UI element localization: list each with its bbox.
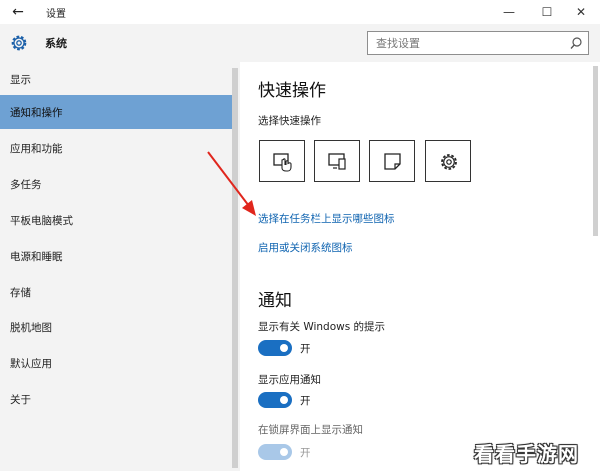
sidebar-item-tablet-mode[interactable]: 平板电脑模式 (0, 203, 232, 237)
sidebar-item-label: 平板电脑模式 (10, 215, 73, 227)
sidebar-item-label: 显示 (10, 74, 31, 86)
sidebar-item-apps[interactable]: 应用和功能 (0, 131, 232, 165)
main-scrollbar[interactable] (593, 66, 598, 236)
sidebar-item-label: 关于 (10, 394, 31, 406)
quick-action-note[interactable] (369, 140, 415, 182)
sidebar-item-multitasking[interactable]: 多任务 (0, 167, 232, 201)
project-icon (328, 153, 346, 170)
sidebar-item-display[interactable]: 显示 (0, 62, 232, 96)
toggle-state: 开 (300, 343, 311, 355)
sidebar-item-label: 默认应用 (10, 358, 52, 370)
tablet-mode-icon (273, 153, 292, 172)
toggle-label-app-notifications: 显示应用通知 (258, 374, 321, 386)
settings-gear-icon (441, 154, 457, 170)
quick-action-tablet-mode[interactable] (259, 140, 305, 182)
close-icon[interactable]: ✕ (566, 2, 596, 22)
page-title: 系统 (45, 37, 67, 50)
sidebar-item-about[interactable]: 关于 (0, 382, 232, 416)
notifications-heading: 通知 (258, 291, 292, 311)
app-notifications-toggle[interactable] (258, 392, 292, 408)
toggle-knob (280, 396, 288, 404)
sidebar-item-default-apps[interactable]: 默认应用 (0, 346, 232, 380)
maximize-icon[interactable]: ☐ (532, 2, 562, 22)
system-icons-link[interactable]: 启用或关闭系统图标 (258, 240, 353, 255)
windows-tips-toggle[interactable] (258, 340, 292, 356)
sidebar-item-storage[interactable]: 存储 (0, 275, 232, 309)
toggle-state: 开 (300, 447, 311, 459)
sidebar-item-notifications[interactable]: 通知和操作 (0, 95, 232, 129)
back-arrow-icon[interactable]: ← (8, 3, 28, 21)
quick-action-settings[interactable] (425, 140, 471, 182)
toggle-label-lock-screen: 在锁屏界面上显示通知 (258, 424, 363, 436)
window-title: 设置 (46, 9, 66, 20)
quick-action-project[interactable] (314, 140, 360, 182)
search-input[interactable] (376, 35, 566, 51)
sidebar-item-power-sleep[interactable]: 电源和睡眠 (0, 239, 232, 273)
taskbar-icons-link[interactable]: 选择在任务栏上显示哪些图标 (258, 211, 395, 226)
note-icon (384, 153, 401, 170)
toggle-label-windows-tips: 显示有关 Windows 的提示 (258, 321, 386, 333)
toggle-knob (280, 344, 288, 352)
page-header: 系统 (0, 24, 600, 62)
sidebar-item-label: 存储 (10, 287, 31, 299)
quick-actions-subtitle: 选择快速操作 (258, 115, 321, 127)
watermark: 看看手游网 (474, 442, 579, 466)
sidebar-item-label: 电源和睡眠 (10, 251, 63, 263)
title-bar: ← 设置 — ☐ ✕ (0, 0, 600, 24)
minimize-icon[interactable]: — (494, 2, 524, 22)
toggle-knob (280, 448, 288, 456)
sidebar-scrollbar[interactable] (232, 68, 238, 468)
sidebar-item-label: 应用和功能 (10, 143, 63, 155)
quick-actions-heading: 快速操作 (258, 81, 326, 101)
sidebar-item-offline-maps[interactable]: 脱机地图 (0, 310, 232, 344)
search-icon[interactable] (569, 36, 583, 50)
sidebar-item-label: 通知和操作 (10, 107, 63, 119)
toggle-state: 开 (300, 395, 311, 407)
sidebar: 显示 通知和操作 应用和功能 多任务 平板电脑模式 电源和睡眠 存储 脱机地图 … (0, 62, 240, 471)
gear-icon (11, 35, 27, 51)
annotation-arrow-icon (207, 151, 256, 216)
sidebar-item-label: 多任务 (10, 179, 42, 191)
search-box[interactable] (367, 31, 589, 55)
sidebar-item-label: 脱机地图 (10, 322, 52, 334)
lock-screen-toggle[interactable] (258, 444, 292, 460)
